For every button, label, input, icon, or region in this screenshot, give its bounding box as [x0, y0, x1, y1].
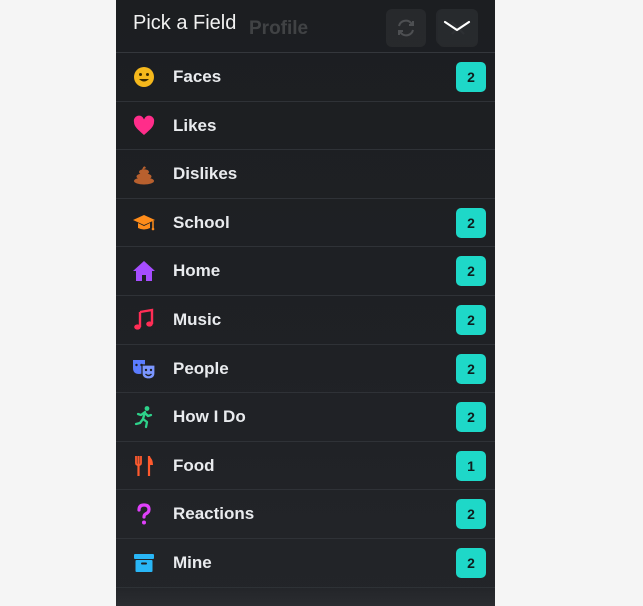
graduation-cap-icon — [133, 214, 155, 231]
field-label: School — [173, 212, 230, 232]
field-row-school[interactable]: School 2 — [116, 199, 495, 248]
field-label: Reactions — [173, 504, 255, 524]
question-mark-icon — [137, 503, 151, 525]
field-row-likes[interactable]: Likes — [116, 102, 495, 151]
fork-knife-icon — [135, 455, 153, 476]
field-label: Faces — [173, 67, 222, 86]
field-row-dislikes[interactable]: Dislikes — [116, 150, 495, 199]
picker-header: Profile Pick a Field — [116, 0, 495, 53]
count-badge: 2 — [456, 547, 486, 578]
count-badge: 2 — [456, 402, 486, 433]
field-label: Food — [173, 455, 215, 475]
field-label: How I Do — [173, 407, 246, 427]
field-label: Dislikes — [173, 164, 238, 184]
field-row-home[interactable]: Home 2 — [116, 247, 495, 296]
count-badge: 2 — [456, 207, 486, 238]
field-label: Likes — [173, 115, 217, 135]
count-badge: 2 — [456, 499, 486, 530]
field-row-music[interactable]: Music 2 — [116, 296, 495, 345]
poop-icon — [134, 166, 154, 185]
background-refresh-button — [386, 9, 426, 47]
field-row-mine[interactable]: Mine 2 — [116, 539, 495, 588]
picker-title: Pick a Field — [133, 12, 237, 34]
house-icon — [133, 261, 155, 282]
running-person-icon — [134, 406, 153, 429]
collapse-button[interactable] — [436, 9, 478, 45]
field-row-people[interactable]: People 2 — [116, 345, 495, 394]
theater-masks-icon — [133, 359, 156, 380]
count-badge: 2 — [456, 353, 486, 384]
field-label: Home — [173, 261, 221, 281]
background-page-title: Profile — [249, 18, 309, 39]
list-bottom-fade — [116, 586, 495, 606]
field-label: Music — [173, 309, 222, 329]
count-badge: 2 — [456, 62, 486, 92]
chevron-down-icon — [443, 20, 471, 32]
field-row-reactions[interactable]: Reactions 2 — [116, 490, 495, 539]
music-note-icon — [134, 308, 154, 330]
field-label: People — [173, 358, 229, 378]
count-badge: 2 — [456, 256, 486, 287]
field-label: Mine — [173, 552, 212, 572]
field-list: Faces 2 Likes Dislikes School 2 Home 2 M… — [116, 53, 495, 588]
refresh-icon — [398, 19, 414, 37]
heart-icon — [133, 115, 155, 135]
count-badge: 2 — [456, 304, 486, 335]
field-row-faces[interactable]: Faces 2 — [116, 53, 495, 102]
smiley-face-icon — [134, 67, 154, 87]
count-badge: 1 — [456, 450, 486, 481]
field-row-food[interactable]: Food 1 — [116, 442, 495, 491]
archive-box-icon — [134, 553, 154, 572]
field-row-how-i-do[interactable]: How I Do 2 — [116, 393, 495, 442]
field-picker-panel: Profile Pick a Field Faces 2 Likes Disli… — [116, 0, 495, 606]
